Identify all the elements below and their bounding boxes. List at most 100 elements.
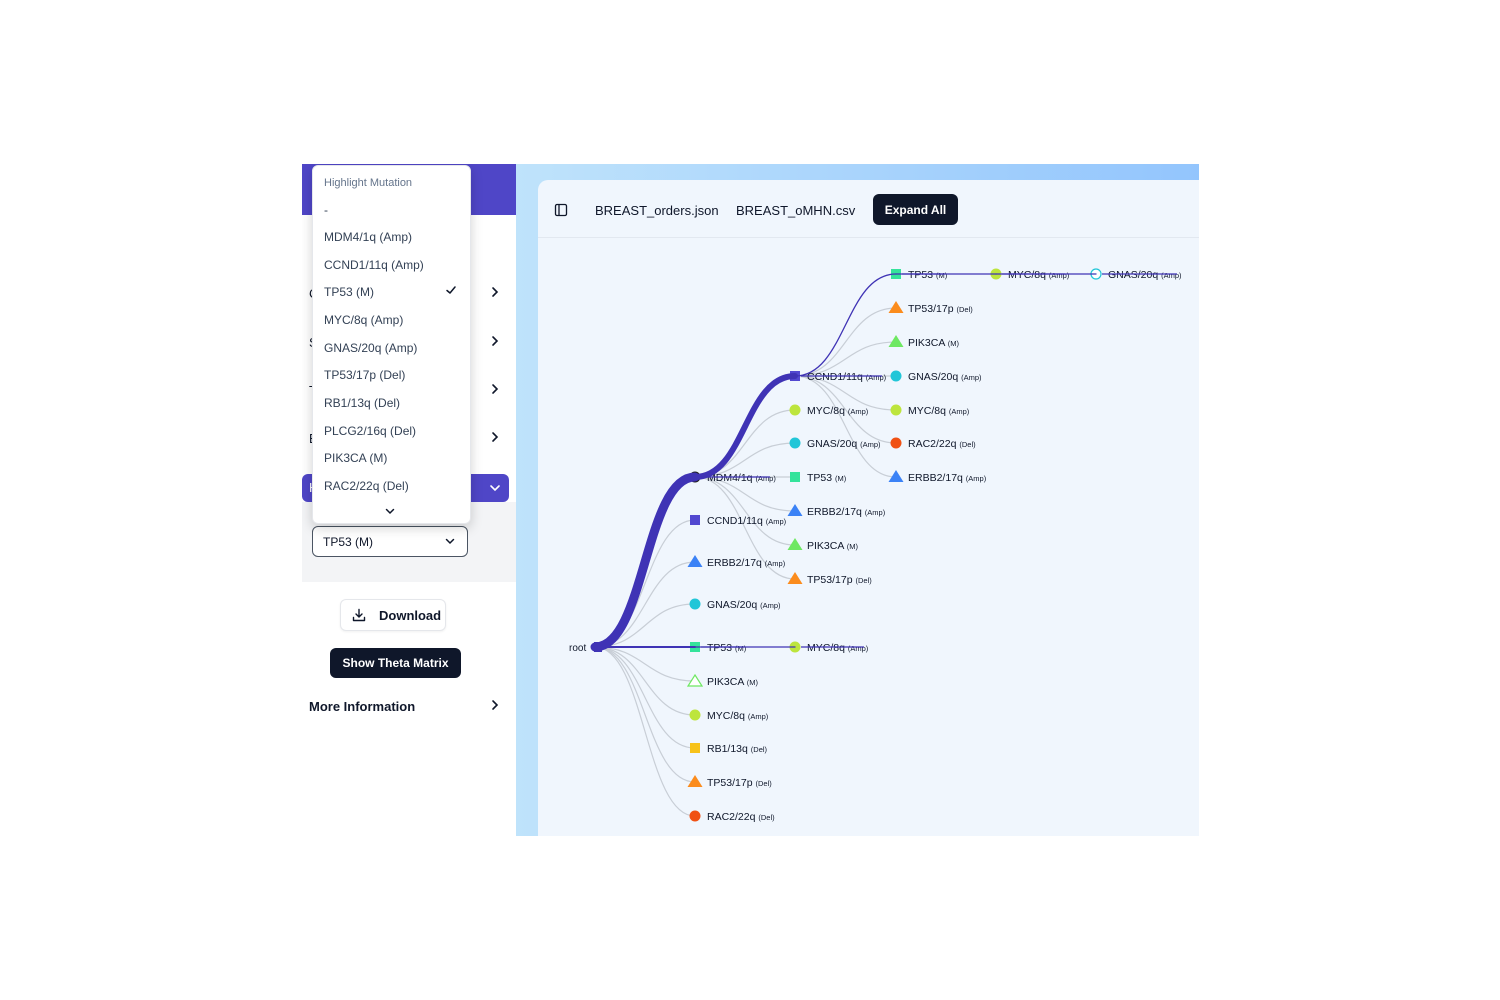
tree-link	[594, 646, 696, 716]
node-gene: ERBB2/17q	[807, 506, 865, 518]
tp53-marker	[790, 472, 800, 482]
node-label: MYC/8q (Amp)	[807, 642, 869, 654]
dropdown-label: Highlight Mutation	[324, 177, 413, 189]
node-tag: (Amp)	[961, 373, 982, 382]
erbb2-marker	[687, 555, 703, 567]
node-label: ERBB2/17q (Amp)	[807, 506, 886, 518]
node-gene: MYC/8q	[807, 642, 848, 654]
node-tp53[interactable]: TP53 (M)	[690, 642, 747, 654]
node-tag: (M)	[948, 339, 960, 348]
node-tag: (Del)	[855, 576, 872, 585]
node-gene: MYC/8q	[908, 405, 949, 417]
node-tag: (Amp)	[848, 407, 869, 416]
dropdown-option[interactable]: RB1/13q (Del)	[324, 396, 464, 410]
node-tag: (M)	[847, 542, 859, 551]
node-tag: (Amp)	[949, 407, 970, 416]
dropdown-option-selected[interactable]: TP53 (M)	[324, 285, 464, 299]
node-ccnd1[interactable]: CCND1/11q (Amp)	[690, 515, 787, 527]
dropdown-option[interactable]: MYC/8q (Amp)	[324, 313, 464, 327]
highlight-link	[590, 472, 700, 652]
tree-nodes: rootMDM4/1q (Amp)CCND1/11q (Amp)ERBB2/17…	[569, 268, 1182, 824]
node-rb1[interactable]: RB1/13q (Del)	[690, 743, 768, 755]
node-label: MYC/8q (Amp)	[807, 405, 869, 417]
more-information-item[interactable]: More Information	[302, 694, 516, 718]
node-gene: ERBB2/17q	[908, 472, 966, 484]
node-label: GNAS/20q (Amp)	[908, 371, 982, 383]
node-label: TP53 (M)	[707, 642, 747, 654]
show-theta-matrix-button[interactable]: Show Theta Matrix	[330, 648, 461, 678]
node-tag: (Amp)	[766, 517, 787, 526]
node-mc_tp53[interactable]: TP53 (M)	[891, 269, 948, 281]
node-m_tp53[interactable]: TP53 (M)	[790, 472, 847, 484]
node-myc[interactable]: MYC/8q (Amp)	[689, 709, 769, 723]
tree-link	[594, 519, 696, 648]
node-m_pik3ca[interactable]: PIK3CA (M)	[787, 538, 859, 552]
node-label: RAC2/22q (Del)	[707, 811, 775, 823]
dropdown-option[interactable]: GNAS/20q (Amp)	[324, 341, 464, 355]
node-gene: RAC2/22q	[908, 438, 959, 450]
tree-link	[794, 307, 897, 377]
node-mc_erbb2[interactable]: ERBB2/17q (Amp)	[888, 470, 987, 484]
node-mc_myc[interactable]: MYC/8q (Amp)	[890, 404, 970, 418]
node-label: MYC/8q (Amp)	[1008, 269, 1070, 281]
node-tag: (M)	[747, 678, 759, 687]
node-tag: (Amp)	[865, 508, 886, 517]
node-tag: (Amp)	[765, 559, 786, 568]
node-mctm_gnas[interactable]: GNAS/20q (Amp)	[1090, 268, 1182, 281]
node-tag: (Del)	[959, 440, 976, 449]
tree-panel: BREAST_orders.json BREAST_oMHN.csv Expan…	[538, 180, 1199, 836]
node-tag: (Amp)	[1049, 271, 1070, 280]
rb1-marker	[690, 743, 700, 753]
erbb2-marker	[787, 504, 803, 516]
node-m_erbb2[interactable]: ERBB2/17q (Amp)	[787, 504, 886, 518]
node-label: RAC2/22q (Del)	[908, 438, 976, 450]
tree-link	[594, 646, 696, 817]
node-label: PIK3CA (M)	[908, 337, 959, 349]
dropdown-option[interactable]: TP53/17p (Del)	[324, 368, 464, 382]
node-mc_pik3ca[interactable]: PIK3CA (M)	[888, 335, 960, 349]
node-rac2[interactable]: RAC2/22q (Del)	[689, 810, 776, 824]
node-label: TP53/17p (Del)	[908, 303, 973, 315]
node-mc_rac2[interactable]: RAC2/22q (Del)	[890, 437, 977, 451]
dropdown-option[interactable]: PIK3CA (M)	[324, 451, 464, 465]
dropdown-option[interactable]: -	[324, 203, 464, 217]
node-label: TP53 (M)	[908, 269, 948, 281]
node-m_myc[interactable]: MYC/8q (Amp)	[789, 404, 869, 418]
node-mct_myc[interactable]: MYC/8q (Amp)	[990, 268, 1070, 282]
chevron-down-icon[interactable]	[384, 505, 396, 517]
dropdown-option[interactable]: MDM4/1q (Amp)	[324, 230, 464, 244]
node-gene: GNAS/20q	[707, 599, 760, 611]
app-window: e C S T E H TP53 (M)	[302, 164, 1199, 836]
node-mc_tp53del[interactable]: TP53/17p (Del)	[888, 301, 974, 315]
dropdown-option[interactable]: CCND1/11q (Amp)	[324, 258, 464, 272]
dropdown-option[interactable]: RAC2/22q (Del)	[324, 479, 464, 493]
node-tag: (Amp)	[848, 644, 869, 653]
node-tag: (Amp)	[755, 474, 776, 483]
node-label: MDM4/1q (Amp)	[707, 472, 776, 484]
node-gene: MYC/8q	[807, 405, 848, 417]
download-label: Download	[379, 608, 442, 623]
node-m_tp53del[interactable]: TP53/17p (Del)	[787, 572, 873, 586]
node-pik3ca[interactable]: PIK3CA (M)	[686, 673, 759, 688]
node-gene: CCND1/11q	[707, 515, 766, 527]
node-tp53del[interactable]: TP53/17p (Del)	[687, 775, 773, 789]
chevron-down-icon	[445, 538, 455, 545]
node-t_myc[interactable]: MYC/8q (Amp)	[789, 641, 869, 655]
chevron-right-icon	[492, 336, 499, 346]
node-label: ERBB2/17q (Amp)	[908, 472, 987, 484]
node-label: CCND1/11q (Amp)	[807, 371, 887, 383]
tree-link	[594, 646, 696, 783]
node-mc_gnas[interactable]: GNAS/20q (Amp)	[890, 370, 983, 384]
node-gnas[interactable]: GNAS/20q (Amp)	[689, 598, 782, 612]
rac2-marker	[689, 810, 701, 822]
node-tag: (M)	[735, 644, 747, 653]
tree-link	[794, 375, 897, 478]
highlight-mutation-select[interactable]: TP53 (M)	[312, 526, 468, 557]
node-gene: ERBB2/17q	[707, 557, 765, 569]
download-button[interactable]: Download	[340, 599, 446, 631]
more-information-label: More Information	[309, 699, 416, 714]
node-m_gnas[interactable]: GNAS/20q (Amp)	[789, 437, 882, 451]
dropdown-option[interactable]: PLCG2/16q (Del)	[324, 424, 464, 438]
node-erbb2[interactable]: ERBB2/17q (Amp)	[687, 555, 786, 569]
tp53_17p-marker	[888, 301, 904, 313]
